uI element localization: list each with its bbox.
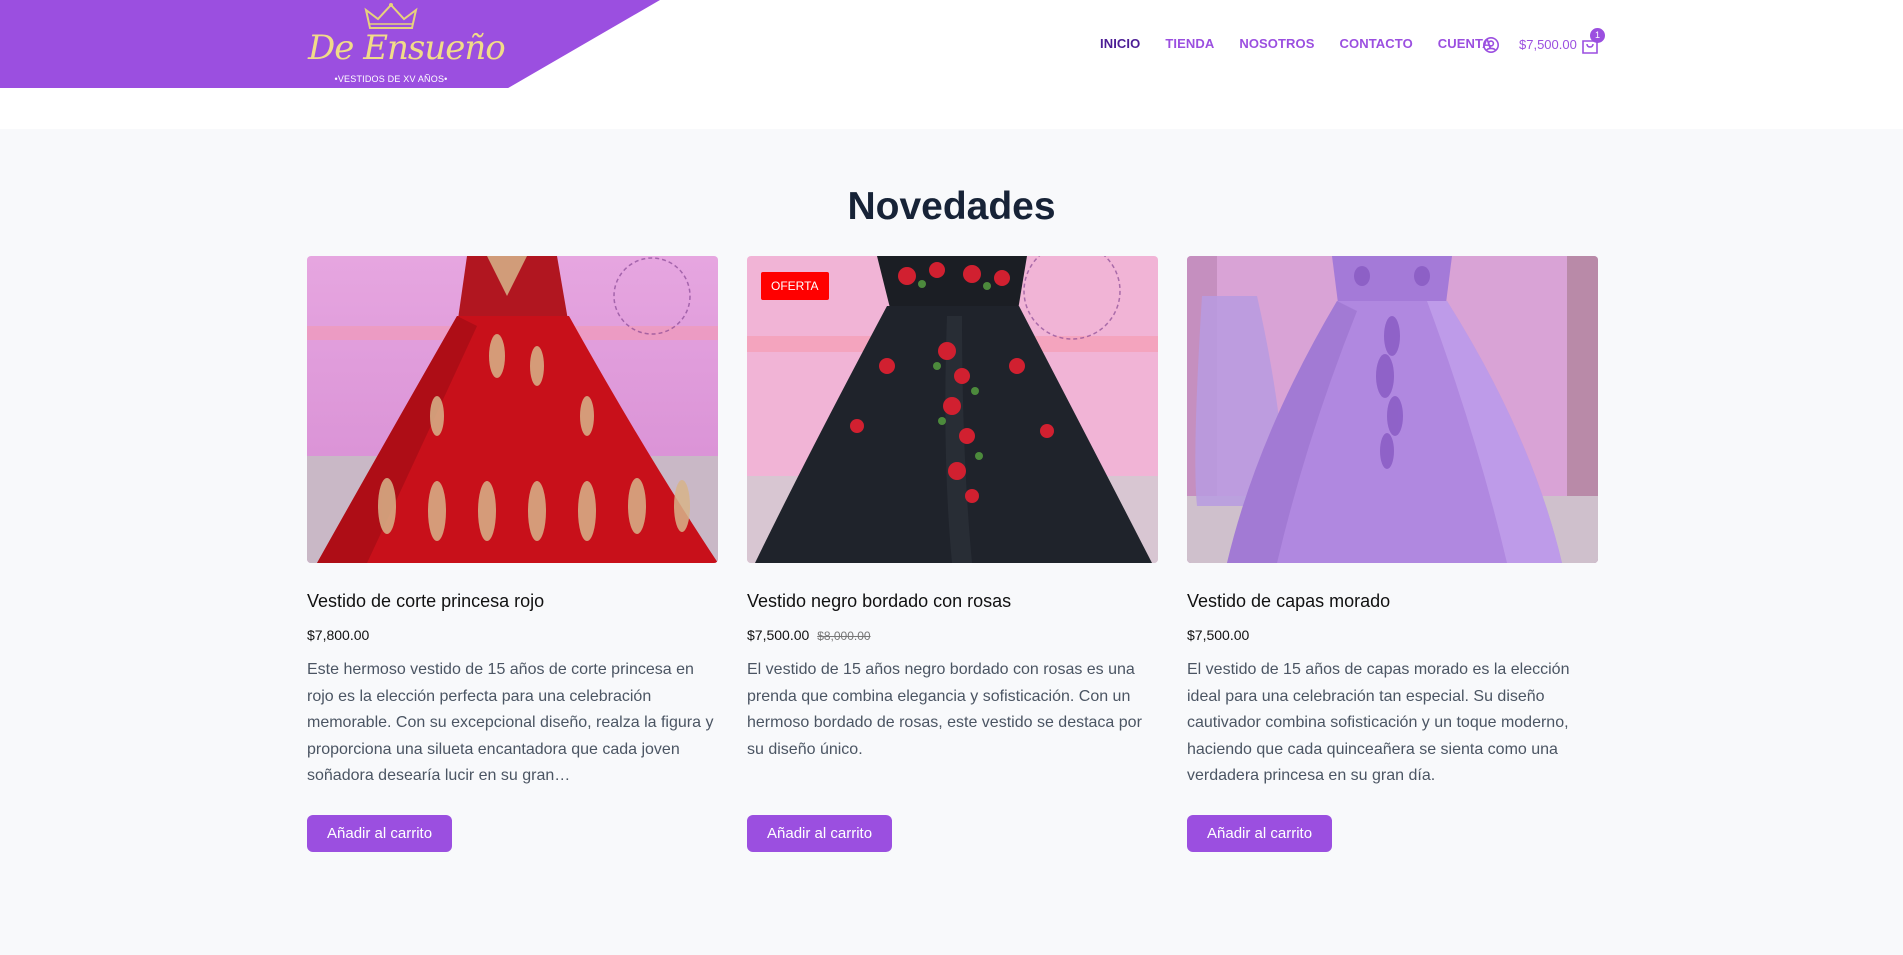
nav-inicio[interactable]: INICIO <box>1100 36 1140 51</box>
product-image[interactable] <box>1187 256 1598 563</box>
cart-count-badge: 1 <box>1590 28 1605 43</box>
site-header: De Ensueño •VESTIDOS DE XV AÑOS• INICIO … <box>0 0 1903 129</box>
product-price: $7,500.00 $8,000.00 <box>747 627 1158 643</box>
brand-tagline: •VESTIDOS DE XV AÑOS• <box>334 74 448 84</box>
section-title: Novedades <box>847 185 1056 228</box>
product-title[interactable]: Vestido de corte princesa rojo <box>307 591 718 612</box>
current-price: $7,500.00 <box>747 627 810 643</box>
product-description: El vestido de 15 años negro bordado con … <box>747 661 1142 758</box>
site-logo[interactable]: De Ensueño •VESTIDOS DE XV AÑOS• <box>306 0 506 88</box>
main-nav: INICIO TIENDA NOSOTROS CONTACTO CUENTA <box>1100 36 1517 51</box>
product-title[interactable]: Vestido de capas morado <box>1187 591 1598 612</box>
old-price: $8,000.00 <box>817 629 871 643</box>
product-card: OFERTA Vestido negro bordado con rosas $… <box>747 256 1158 852</box>
product-description: El vestido de 15 años de capas morado es… <box>1187 661 1570 784</box>
add-to-cart-button[interactable]: Añadir al carrito <box>1187 815 1333 852</box>
product-description: Este hermoso vestido de 15 años de corte… <box>307 661 714 784</box>
nav-tienda[interactable]: TIENDA <box>1165 36 1214 51</box>
current-price: $7,500.00 <box>1187 627 1250 643</box>
sale-badge: OFERTA <box>761 272 829 300</box>
product-card: Vestido de capas morado $7,500.00 El ves… <box>1187 256 1598 852</box>
product-image[interactable] <box>307 256 718 563</box>
product-image[interactable]: OFERTA <box>747 256 1158 563</box>
current-price: $7,800.00 <box>307 627 370 643</box>
product-price: $7,800.00 <box>307 627 718 643</box>
cart-total[interactable]: $7,500.00 <box>1519 37 1577 52</box>
nav-contacto[interactable]: CONTACTO <box>1340 36 1413 51</box>
user-circle-icon[interactable] <box>1482 36 1500 54</box>
product-title[interactable]: Vestido negro bordado con rosas <box>747 591 1158 612</box>
add-to-cart-button[interactable]: Añadir al carrito <box>307 815 453 852</box>
add-to-cart-button[interactable]: Añadir al carrito <box>747 815 893 852</box>
novedades-section: Novedades Vestido de corte princesa rojo… <box>0 129 1903 955</box>
nav-nosotros[interactable]: NOSOTROS <box>1239 36 1314 51</box>
brand-name: De Ensueño <box>308 28 506 68</box>
product-price: $7,500.00 <box>1187 627 1598 643</box>
product-card: Vestido de corte princesa rojo $7,800.00… <box>307 256 718 852</box>
